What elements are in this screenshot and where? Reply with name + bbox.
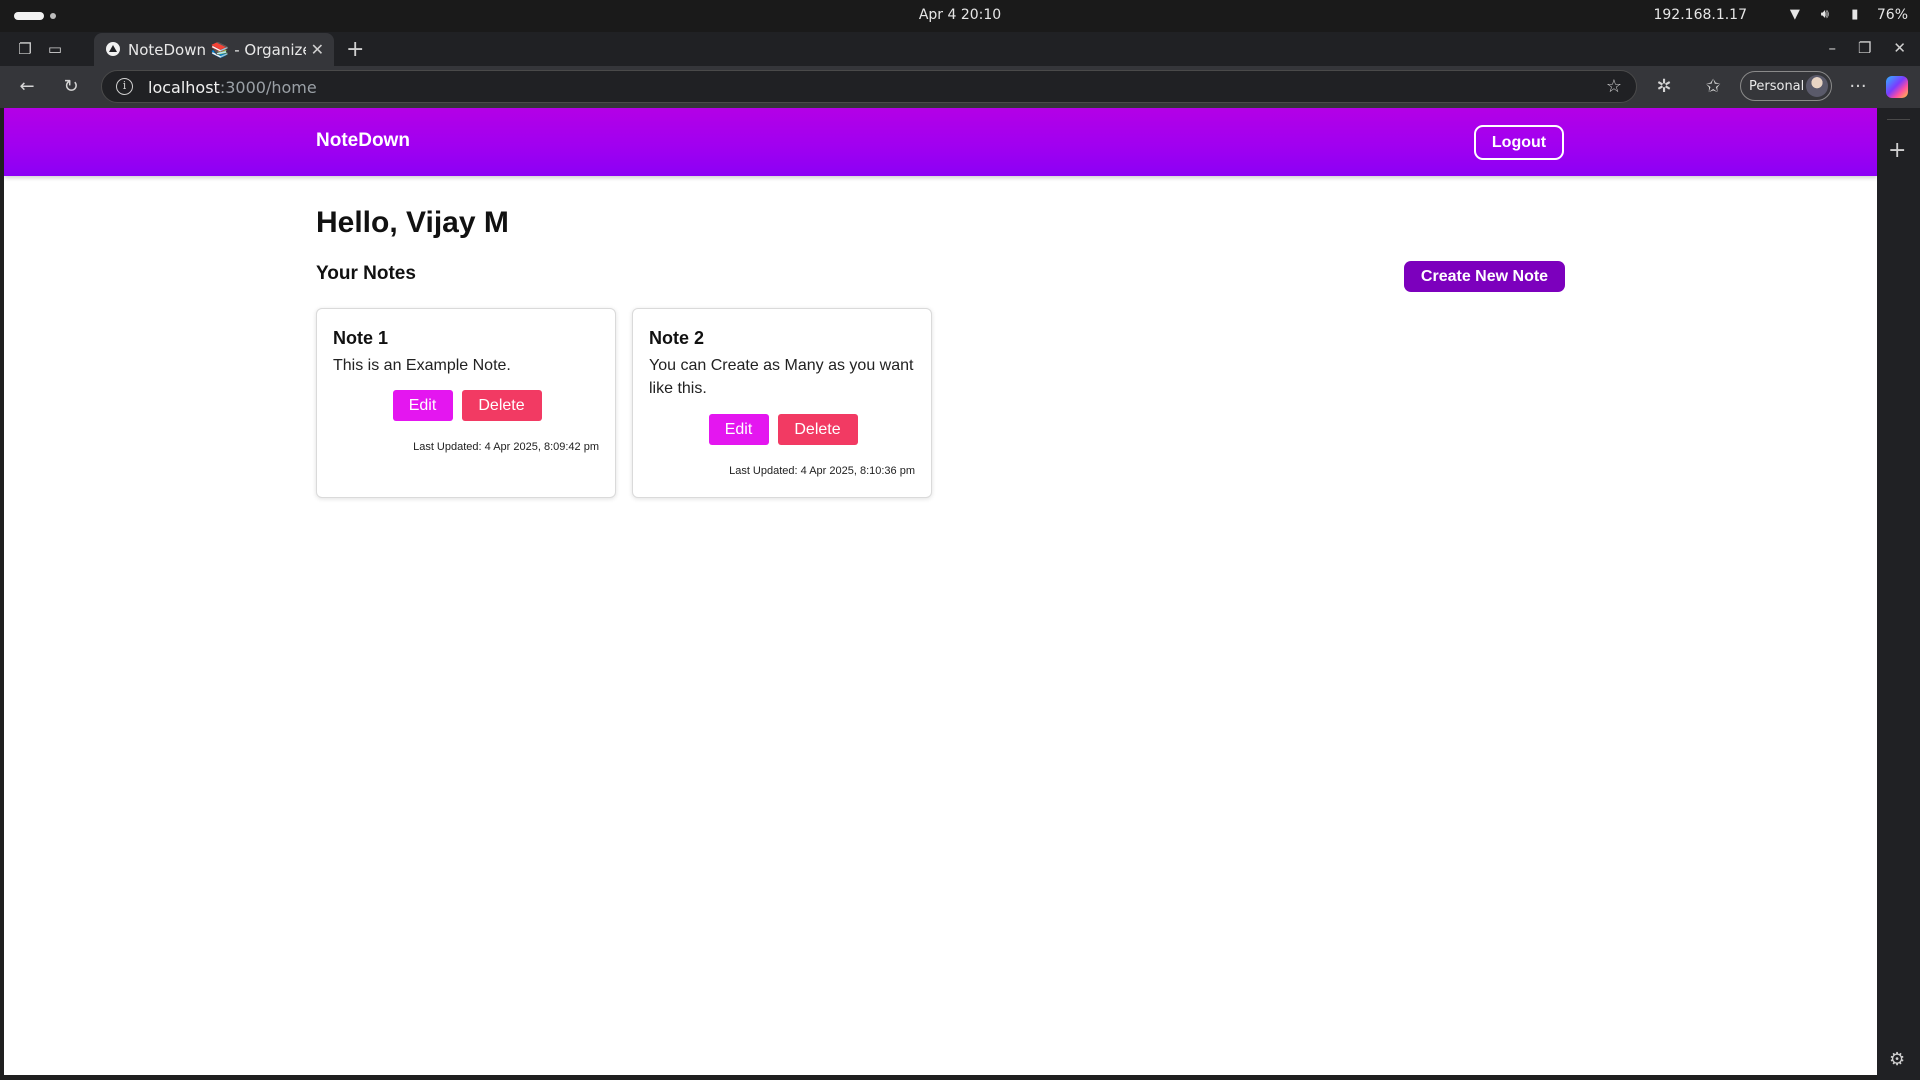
tab-close-icon[interactable]: ✕ [311,40,324,59]
note-body: This is an Example Note. [333,357,511,374]
note-last-updated: Last Updated: 4 Apr 2025, 8:10:36 pm [729,465,915,477]
profile-label: Personal [1749,79,1805,94]
browser-toolbar: ← ↻ i localhost:3000/home ☆ ✲ ✩ Personal… [0,66,1920,108]
url-host: localhost [148,78,220,97]
note-body: You can Create as Many as you want like … [649,357,914,397]
logout-button[interactable]: Logout [1474,125,1564,160]
site-info-icon[interactable]: i [116,78,133,95]
battery-icon: ▮ [1851,7,1859,22]
app-brand[interactable]: NoteDown [316,130,410,152]
tab-favicon-icon [106,42,120,56]
tab-title: NoteDown 📚 - Organize Y [128,41,306,59]
restore-icon[interactable]: ❐ [1858,39,1871,57]
close-window-icon[interactable]: ✕ [1893,39,1906,57]
os-ip-address: 192.168.1.17 [1653,7,1747,23]
note-card: Note 1 This is an Example Note. Edit Del… [316,308,616,498]
os-top-bar: Apr 4 20:10 192.168.1.17 ▼ 🔊︎ ▮ 76% [0,0,1920,32]
note-last-updated: Last Updated: 4 Apr 2025, 8:09:42 pm [413,441,599,453]
volume-icon: 🔊︎ [1820,7,1829,22]
create-new-note-button[interactable]: Create New Note [1404,261,1565,292]
page-title: Hello, Vijay M [316,206,509,239]
profile-button[interactable]: Personal [1740,71,1832,101]
os-clock[interactable]: Apr 4 20:10 [0,7,1920,23]
note-title: Note 1 [333,328,389,348]
wifi-icon: ▼ [1789,7,1800,22]
url-text[interactable]: localhost:3000/home [148,78,317,97]
app-navbar: NoteDown Logout [4,108,1877,176]
address-bar[interactable]: i localhost:3000/home ☆ [101,70,1637,103]
page-viewport: NoteDown Logout Hello, Vijay M Your Note… [4,108,1877,1075]
favorites-icon[interactable]: ✩ [1701,75,1725,99]
back-arrow-icon[interactable]: ← [15,75,39,99]
note-card: Note 2 You can Create as Many as you wan… [632,308,932,498]
battery-percent: 76% [1876,7,1908,23]
delete-note-button[interactable]: Delete [461,390,542,421]
workspaces-icon[interactable]: ❐ [14,38,36,60]
tab-actions-icon[interactable]: ▭ [44,38,66,60]
browser-tab-strip: ❐ ▭ NoteDown 📚 - Organize Y ✕ + – ❐ ✕ [0,32,1920,66]
url-path: :3000/home [219,78,317,97]
browser-side-panel: + ⚙ [1877,108,1920,1080]
note-title: Note 2 [649,328,705,348]
your-notes-heading: Your Notes [316,263,416,284]
side-panel-add-icon[interactable]: + [1888,138,1906,163]
avatar [1806,75,1828,97]
side-panel-divider [1887,119,1910,120]
window-controls: – ❐ ✕ [1828,39,1906,57]
note-actions: Edit Delete [633,414,933,445]
tab-notedown[interactable]: NoteDown 📚 - Organize Y ✕ [94,33,334,66]
edit-note-button[interactable]: Edit [708,414,769,445]
copilot-icon[interactable] [1886,76,1908,98]
os-status-icons[interactable]: ▼ 🔊︎ ▮ 76% [1787,7,1908,23]
bookmark-star-icon[interactable]: ☆ [1606,76,1622,97]
reload-icon[interactable]: ↻ [59,75,83,99]
extensions-puzzle-icon[interactable]: ✲ [1652,75,1676,99]
edit-note-button[interactable]: Edit [392,390,453,421]
gear-icon[interactable]: ⚙ [1889,1049,1905,1070]
more-menu-icon[interactable]: ··· [1846,75,1870,99]
note-actions: Edit Delete [317,390,617,421]
minimize-icon[interactable]: – [1828,39,1836,57]
new-tab-plus-icon[interactable]: + [346,37,364,62]
delete-note-button[interactable]: Delete [777,414,858,445]
